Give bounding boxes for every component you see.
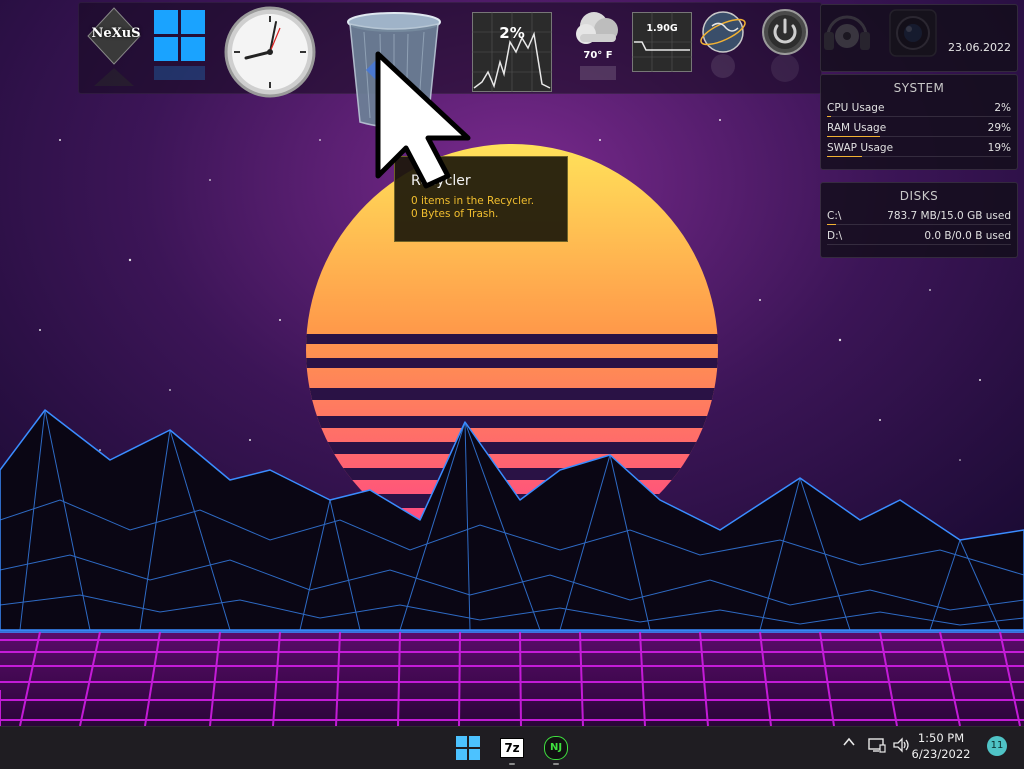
notification-badge[interactable]: 11	[987, 736, 1007, 756]
show-hidden-icons-chevron-icon[interactable]	[842, 735, 856, 753]
cpu-usage-value: 2%	[994, 102, 1011, 114]
cpu-usage-row: CPU Usage 2%	[825, 99, 1013, 119]
disk-c-label: C:\	[827, 210, 842, 222]
disks-title: DISKS	[899, 189, 939, 203]
power-icon[interactable]	[760, 6, 810, 92]
memory-meter-icon[interactable]: 1.90G	[632, 12, 692, 72]
cpu-usage-label: CPU Usage	[827, 102, 885, 114]
ram-usage-label: RAM Usage	[827, 122, 887, 134]
nexus-logo-icon[interactable]: NeXuS	[84, 6, 150, 92]
swap-usage-row: SWAP Usage 19%	[825, 139, 1013, 159]
windows-logo-icon	[456, 736, 480, 760]
7zip-taskbar-button[interactable]: 7z	[494, 731, 530, 765]
swap-usage-label: SWAP Usage	[827, 142, 894, 154]
taskbar: 7z NJ 1:50 PM 6/23/2022 11	[0, 726, 1024, 769]
disk-d-value: 0.0 B/0.0 B used	[924, 230, 1011, 242]
swap-usage-bar	[827, 156, 862, 157]
cpu-meter-value: 2%	[499, 24, 525, 42]
recycler-tooltip: Recycler 0 items in the Recycler. 0 Byte…	[394, 156, 568, 242]
disk-d-label: D:\	[827, 230, 843, 242]
cpu-meter-icon[interactable]: 2%	[472, 12, 552, 92]
memory-meter-value: 1.90G	[646, 23, 678, 34]
nexus-taskbar-icon: NJ	[544, 736, 568, 760]
7zip-icon: 7z	[500, 738, 524, 758]
tooltip-title: Recycler	[411, 173, 471, 189]
clock-icon[interactable]	[224, 6, 316, 98]
network-icon[interactable]	[868, 737, 886, 757]
tooltip-items-line: 0 items in the Recycler.	[411, 195, 535, 207]
disk-c-row: C:\ 783.7 MB/15.0 GB used	[825, 207, 1013, 227]
nexus-taskbar-button[interactable]: NJ	[538, 731, 574, 765]
system-widget: SYSTEM CPU Usage 2% RAM Usage 29% SWAP U…	[820, 74, 1018, 170]
date-text: 23.06.2022	[948, 41, 1011, 54]
disk-c-bar	[827, 224, 837, 225]
disks-widget: DISKS C:\ 783.7 MB/15.0 GB used D:\ 0.0 …	[820, 182, 1018, 258]
ram-usage-row: RAM Usage 29%	[825, 119, 1013, 139]
windows-start-icon[interactable]	[150, 6, 216, 92]
ram-usage-value: 29%	[987, 122, 1011, 134]
start-button[interactable]	[450, 731, 486, 765]
swap-usage-value: 19%	[987, 142, 1011, 154]
disk-d-row: D:\ 0.0 B/0.0 B used	[825, 227, 1013, 247]
clock-time: 1:50 PM	[917, 731, 965, 745]
network-globe-icon[interactable]	[698, 6, 748, 92]
weather-icon[interactable]: 70° F	[570, 6, 626, 92]
system-title: SYSTEM	[893, 81, 945, 95]
recycler-icon[interactable]	[346, 10, 442, 130]
ram-usage-bar	[827, 136, 881, 137]
weather-temperature: 70° F	[583, 50, 613, 61]
clock-date: 6/23/2022	[911, 747, 971, 761]
taskbar-clock[interactable]: 1:50 PM 6/23/2022	[900, 730, 982, 762]
cpu-usage-bar	[827, 116, 831, 117]
nexus-logo-label: NeXuS	[91, 26, 141, 41]
tooltip-bytes-line: 0 Bytes of Trash.	[411, 208, 499, 220]
disk-c-value: 783.7 MB/15.0 GB used	[887, 210, 1011, 222]
date-widget: 23.06.2022	[820, 4, 1018, 72]
